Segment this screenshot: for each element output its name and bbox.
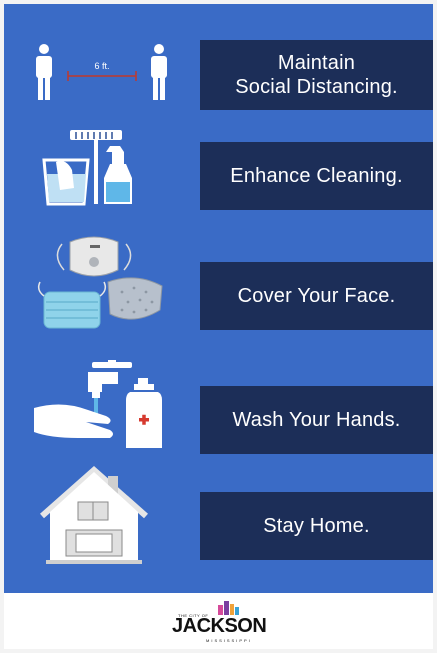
poster: 6 ft. Maintain Social Distancing. Enhanc…	[4, 4, 433, 593]
banner-social-distancing: Maintain Social Distancing.	[200, 40, 433, 110]
banner-wash-hands: Wash Your Hands.	[200, 386, 433, 454]
logo-state-text: MISSISSIPPI	[206, 638, 252, 643]
banner-text-line2: Social Distancing.	[235, 76, 398, 98]
banner-text: Cover Your Face.	[237, 285, 396, 307]
city-logo: THE CITY OF JACKSON MISSISSIPPI	[172, 599, 282, 645]
banner-cleaning: Enhance Cleaning.	[200, 142, 433, 210]
banner-stay-home: Stay Home.	[200, 492, 433, 560]
social-distance-icon: 6 ft.	[36, 44, 167, 100]
banner-face-cover: Cover Your Face.	[200, 262, 433, 330]
row-stay-home: Stay Home.	[4, 466, 433, 566]
row-cleaning: Enhance Cleaning.	[4, 130, 433, 210]
face-masks-icon	[37, 236, 163, 329]
row-social-distancing: 6 ft. Maintain Social Distancing.	[4, 40, 433, 110]
banner-text-line1: Maintain	[277, 52, 356, 74]
footer: THE CITY OF JACKSON MISSISSIPPI	[4, 593, 433, 649]
row-wash-hands: Wash Your Hands.	[4, 360, 433, 454]
distance-label: 6 ft.	[94, 61, 109, 71]
house-icon	[40, 466, 148, 564]
cleaning-supplies-icon	[42, 130, 132, 206]
hand-washing-icon	[34, 360, 162, 448]
banner-text: Stay Home.	[263, 515, 370, 537]
banner-text: Wash Your Hands.	[232, 409, 401, 431]
row-face-cover: Cover Your Face.	[4, 230, 433, 336]
banner-text: Enhance Cleaning.	[230, 165, 403, 187]
logo-name-text: JACKSON	[172, 615, 267, 637]
skyline-logo-icon	[218, 601, 239, 615]
